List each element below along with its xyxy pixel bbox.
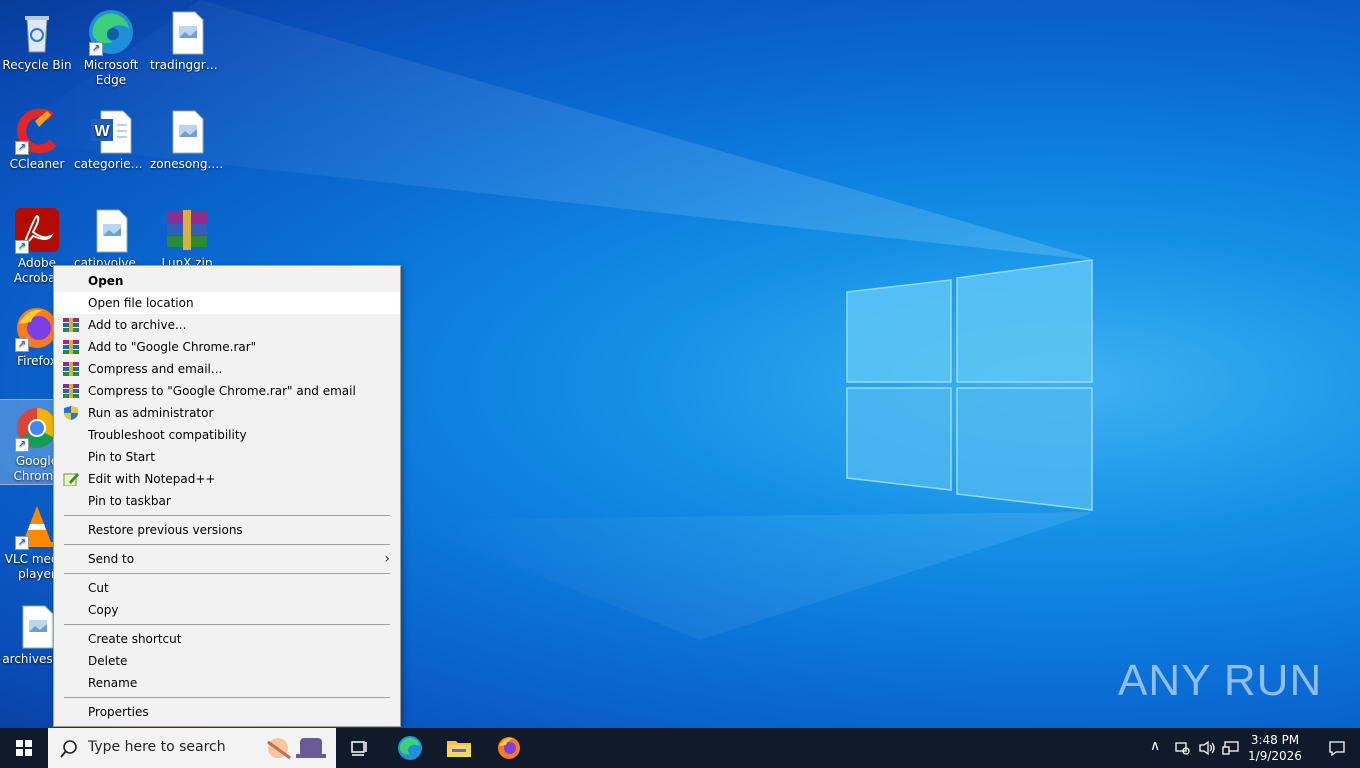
winrar-icon (63, 340, 79, 354)
menu-item-delete[interactable]: Delete (54, 650, 400, 672)
menu-item-compress-rar-email[interactable]: Compress to "Google Chrome.rar" and emai… (54, 380, 400, 402)
menu-item-create-shortcut[interactable]: Create shortcut (54, 628, 400, 650)
windows-logo (846, 259, 1093, 511)
menu-item-add-to-rar[interactable]: Add to "Google Chrome.rar" (54, 336, 400, 358)
shortcut-arrow-icon: ↗ (15, 438, 29, 452)
clock-date: 1/9/2026 (1248, 749, 1302, 763)
menu-item-rename[interactable]: Rename (54, 672, 400, 694)
menu-item-troubleshoot-compatibility[interactable]: Troubleshoot compatibility (54, 424, 400, 446)
start-button[interactable] (0, 728, 48, 768)
edge-icon (398, 736, 422, 760)
winrar-icon (63, 384, 79, 398)
notifications-icon[interactable] (1328, 740, 1346, 756)
winrar-archive-icon (163, 206, 211, 254)
shortcut-arrow-icon: ↗ (15, 141, 29, 155)
menu-item-open-file-location[interactable]: Open file location (54, 292, 400, 314)
menu-item-compress-email[interactable]: Compress and email... (54, 358, 400, 380)
menu-separator (64, 697, 390, 698)
task-view-icon (351, 741, 367, 756)
search-highlight-icon (267, 738, 326, 760)
ccleaner-icon: ↗ (13, 107, 61, 155)
desktop-icon-lunx-zip[interactable]: LunX.zip (150, 202, 224, 271)
svg-text:W: W (94, 123, 110, 140)
menu-item-cut[interactable]: Cut (54, 577, 400, 599)
desktop-icon-recycle-bin[interactable]: Recycle Bin (0, 4, 74, 73)
taskbar-edge-button[interactable] (386, 728, 434, 768)
image-file-icon (87, 206, 135, 254)
firefox-icon (498, 737, 520, 759)
menu-item-pin-to-taskbar[interactable]: Pin to taskbar (54, 490, 400, 512)
menu-item-run-as-administrator[interactable]: Run as administrator (54, 402, 400, 424)
menu-item-label: Add to "Google Chrome.rar" (88, 340, 257, 354)
task-view-button[interactable] (336, 728, 384, 768)
chevron-up-icon[interactable]: ∧ (1150, 738, 1160, 754)
taskbar: Type here to search ∧ 3:48 PM 1/9/2026 (0, 728, 1360, 768)
anyrun-watermark: ANY RUN (1118, 656, 1323, 705)
shortcut-arrow-icon: ↗ (89, 42, 103, 56)
chevron-right-icon: › (384, 551, 390, 567)
clock-time: 3:48 PM (1250, 733, 1300, 747)
menu-separator (64, 624, 390, 625)
acrobat-icon: ↗ (13, 206, 61, 254)
menu-item-label: Add to archive... (88, 318, 187, 332)
menu-item-open[interactable]: Open (54, 270, 400, 292)
desktop-icon-catinvolved[interactable]: catinvolved... (74, 202, 148, 271)
taskbar-file-explorer-button[interactable] (435, 728, 483, 768)
notepadpp-icon (63, 473, 79, 486)
desktop-icon-label: Microsoft Edge (83, 58, 139, 87)
desktop-icon-ccleaner[interactable]: ↗ CCleaner (0, 103, 74, 172)
network-icon[interactable] (1174, 740, 1190, 756)
taskbar-search-box[interactable]: Type here to search (48, 728, 336, 768)
menu-separator (64, 515, 390, 516)
menu-item-restore-previous-versions[interactable]: Restore previous versions (54, 519, 400, 541)
desktop-icon-tradinggra[interactable]: tradinggra... (150, 4, 224, 73)
menu-item-label: Compress and email... (88, 362, 223, 376)
shortcut-arrow-icon: ↗ (15, 240, 29, 254)
menu-item-label: Send to (88, 552, 135, 566)
menu-item-properties[interactable]: Properties (54, 701, 400, 723)
edge-icon: ↗ (87, 8, 135, 56)
menu-item-label: Edit with Notepad++ (88, 472, 216, 486)
shortcut-arrow-icon: ↗ (15, 338, 29, 352)
menu-separator (64, 544, 390, 545)
folder-icon (447, 741, 471, 757)
volume-icon[interactable] (1198, 740, 1216, 756)
menu-separator (64, 573, 390, 574)
menu-item-edit-notepadpp[interactable]: Edit with Notepad++ (54, 468, 400, 490)
taskbar-clock[interactable]: 3:48 PM 1/9/2026 (1238, 732, 1312, 764)
menu-item-pin-to-start[interactable]: Pin to Start (54, 446, 400, 468)
winrar-icon (63, 362, 79, 376)
shortcut-arrow-icon: ↗ (15, 536, 29, 550)
context-menu: Open Open file location Add to archive..… (53, 265, 401, 727)
menu-item-label: Compress to "Google Chrome.rar" and emai… (88, 384, 356, 398)
desktop-icon-zonesong[interactable]: zonesong.jpg (150, 103, 224, 172)
desktop-icon-categoriesd[interactable]: W categoriesd... (74, 103, 148, 172)
menu-item-add-to-archive[interactable]: Add to archive... (54, 314, 400, 336)
desktop-icon-label: CCleaner (9, 157, 65, 171)
menu-item-copy[interactable]: Copy (54, 599, 400, 621)
recycle-bin-icon (13, 8, 61, 56)
desktop-icon-edge[interactable]: ↗ Microsoft Edge (74, 4, 148, 88)
search-icon (60, 740, 77, 758)
windows-start-icon (16, 740, 32, 756)
desktop-icon-label: zonesong.jpg (150, 157, 224, 171)
desktop-icon-label: categoriesd... (74, 157, 148, 171)
system-tray: ∧ 3:48 PM 1/9/2026 (1130, 728, 1360, 768)
desktop-icon-label: Recycle Bin (2, 58, 72, 72)
search-placeholder: Type here to search (88, 739, 226, 755)
desktop-icon-label: tradinggra... (150, 58, 224, 72)
menu-item-send-to[interactable]: Send to › (54, 548, 400, 570)
menu-item-label: Run as administrator (88, 406, 214, 420)
uac-shield-icon (64, 406, 78, 420)
taskbar-firefox-button[interactable] (485, 728, 533, 768)
word-document-icon: W (87, 107, 135, 155)
image-file-icon (163, 107, 211, 155)
winrar-icon (63, 318, 79, 332)
image-file-icon (163, 8, 211, 56)
